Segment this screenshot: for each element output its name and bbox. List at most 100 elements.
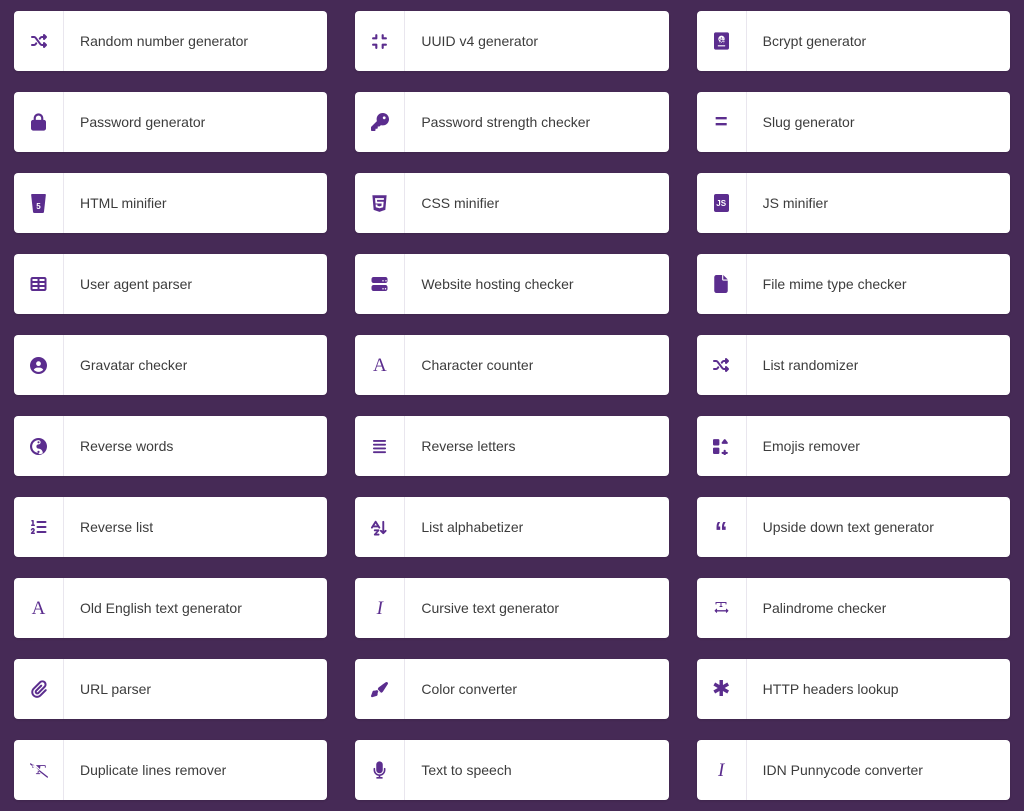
tool-label-cell: Color converter: [405, 659, 668, 719]
tool-label-cell: Website hosting checker: [405, 254, 668, 314]
tool-label-cell: Reverse list: [64, 497, 327, 557]
microphone-icon: [355, 740, 406, 800]
tool-label: Cursive text generator: [421, 599, 560, 616]
tool-card[interactable]: A Character counter: [355, 335, 669, 395]
tool-card[interactable]: Reverse letters: [355, 416, 669, 476]
tool-label: Reverse list: [80, 518, 154, 535]
equals-icon: =: [697, 92, 747, 152]
tool-label-cell: Old English text generator: [64, 578, 327, 638]
tool-card[interactable]: Emojis remover: [696, 416, 1010, 476]
tool-label: Reverse words: [80, 437, 174, 454]
tool-label: CSS minifier: [421, 194, 500, 211]
sort-alpha-up-icon: [355, 497, 406, 557]
key-icon: [355, 92, 406, 152]
tool-label-cell: List randomizer: [747, 335, 1010, 395]
tool-label-cell: List alphabetizer: [405, 497, 668, 557]
tool-label: JS minifier: [762, 194, 829, 211]
icons-grid-icon: [697, 416, 747, 476]
quote-left-icon: “: [697, 497, 747, 557]
tool-card[interactable]: Duplicate lines remover: [14, 740, 328, 800]
tool-label-cell: Emojis remover: [747, 416, 1010, 476]
tool-label-cell: URL parser: [64, 659, 327, 719]
tool-label-cell: Palindrome checker: [747, 578, 1010, 638]
tool-label-cell: HTTP headers lookup: [747, 659, 1010, 719]
tool-label-cell: Character counter: [405, 335, 668, 395]
asterisk-icon: ✱: [697, 659, 747, 719]
remove-format-icon: [14, 740, 64, 800]
tool-card[interactable]: Text to speech: [355, 740, 669, 800]
tool-label: HTTP headers lookup: [762, 680, 899, 697]
ordered-list-icon: [14, 497, 64, 557]
tool-label-cell: CSS minifier: [405, 173, 668, 233]
tool-label: Slug generator: [762, 113, 855, 130]
tool-label: Old English text generator: [80, 599, 242, 616]
tool-label-cell: Cursive text generator: [405, 578, 668, 638]
tool-label-cell: UUID v4 generator: [405, 11, 668, 71]
tool-label-cell: Reverse words: [64, 416, 327, 476]
tool-label-cell: Gravatar checker: [64, 335, 327, 395]
tool-label-cell: File mime type checker: [747, 254, 1010, 314]
text-width-icon: [697, 578, 747, 638]
tool-label: User agent parser: [80, 275, 193, 292]
tool-card[interactable]: URL parser: [14, 659, 328, 719]
tool-label: Color converter: [421, 680, 518, 697]
tool-card[interactable]: List alphabetizer: [355, 497, 669, 557]
tool-card[interactable]: Password generator: [14, 92, 328, 152]
tool-label-cell: Reverse letters: [405, 416, 668, 476]
tool-label-cell: Upside down text generator: [747, 497, 1010, 557]
tool-label-cell: HTML minifier: [64, 173, 327, 233]
tool-card[interactable]: A Old English text generator: [14, 578, 328, 638]
tool-card[interactable]: User agent parser: [14, 254, 328, 314]
tool-label: Password generator: [80, 113, 206, 130]
tool-card[interactable]: Palindrome checker: [696, 578, 1010, 638]
yin-yang-icon: [14, 416, 64, 476]
tool-label-cell: Random number generator: [64, 11, 327, 71]
tool-label: Password strength checker: [421, 113, 591, 130]
tool-card[interactable]: Bcrypt generator: [696, 11, 1010, 71]
tool-card[interactable]: Website hosting checker: [355, 254, 669, 314]
css3-icon: [355, 173, 406, 233]
tool-label: IDN Punnycode converter: [762, 761, 923, 778]
tool-card[interactable]: JS JS minifier: [696, 173, 1010, 233]
tool-label-cell: Password generator: [64, 92, 327, 152]
js-icon: JS: [697, 173, 747, 233]
tool-label: HTML minifier: [80, 194, 167, 211]
tool-card[interactable]: I IDN Punnycode converter: [696, 740, 1010, 800]
tool-grid: Random number generator UUID v4 generator…: [0, 0, 1024, 811]
tool-card[interactable]: 5 HTML minifier: [14, 173, 328, 233]
paint-brush-icon: [355, 659, 406, 719]
tool-label: List alphabetizer: [421, 518, 524, 535]
tool-card[interactable]: Password strength checker: [355, 92, 669, 152]
compress-arrows-icon: [355, 11, 406, 71]
tool-card[interactable]: Reverse list: [14, 497, 328, 557]
tool-label: UUID v4 generator: [421, 32, 539, 49]
tool-label-cell: JS minifier: [747, 173, 1010, 233]
tool-label: File mime type checker: [762, 275, 907, 292]
tool-card[interactable]: CSS minifier: [355, 173, 669, 233]
tool-label: Reverse letters: [421, 437, 516, 454]
html5-icon: 5: [14, 173, 64, 233]
tool-card[interactable]: I Cursive text generator: [355, 578, 669, 638]
tool-card[interactable]: Reverse words: [14, 416, 328, 476]
tool-card[interactable]: = Slug generator: [696, 92, 1010, 152]
lock-icon: [14, 92, 64, 152]
tool-label: List randomizer: [762, 356, 859, 373]
tool-label-cell: Slug generator: [747, 92, 1010, 152]
tool-card[interactable]: “ Upside down text generator: [696, 497, 1010, 557]
paperclip-icon: [14, 659, 64, 719]
tool-card[interactable]: ✱ HTTP headers lookup: [696, 659, 1010, 719]
tool-card[interactable]: Random number generator: [14, 11, 328, 71]
tool-card[interactable]: File mime type checker: [696, 254, 1010, 314]
columns-icon: [14, 254, 64, 314]
tool-card[interactable]: Color converter: [355, 659, 669, 719]
tool-label-cell: IDN Punnycode converter: [747, 740, 1010, 800]
shuffle-icon: [14, 11, 64, 71]
tool-label: Emojis remover: [762, 437, 860, 454]
tool-card[interactable]: List randomizer: [696, 335, 1010, 395]
tool-card[interactable]: Gravatar checker: [14, 335, 328, 395]
align-right-icon: [355, 416, 406, 476]
letter-a-icon: A: [355, 335, 406, 395]
tool-card[interactable]: UUID v4 generator: [355, 11, 669, 71]
tool-label: Bcrypt generator: [762, 32, 867, 49]
tool-label-cell: Text to speech: [405, 740, 668, 800]
